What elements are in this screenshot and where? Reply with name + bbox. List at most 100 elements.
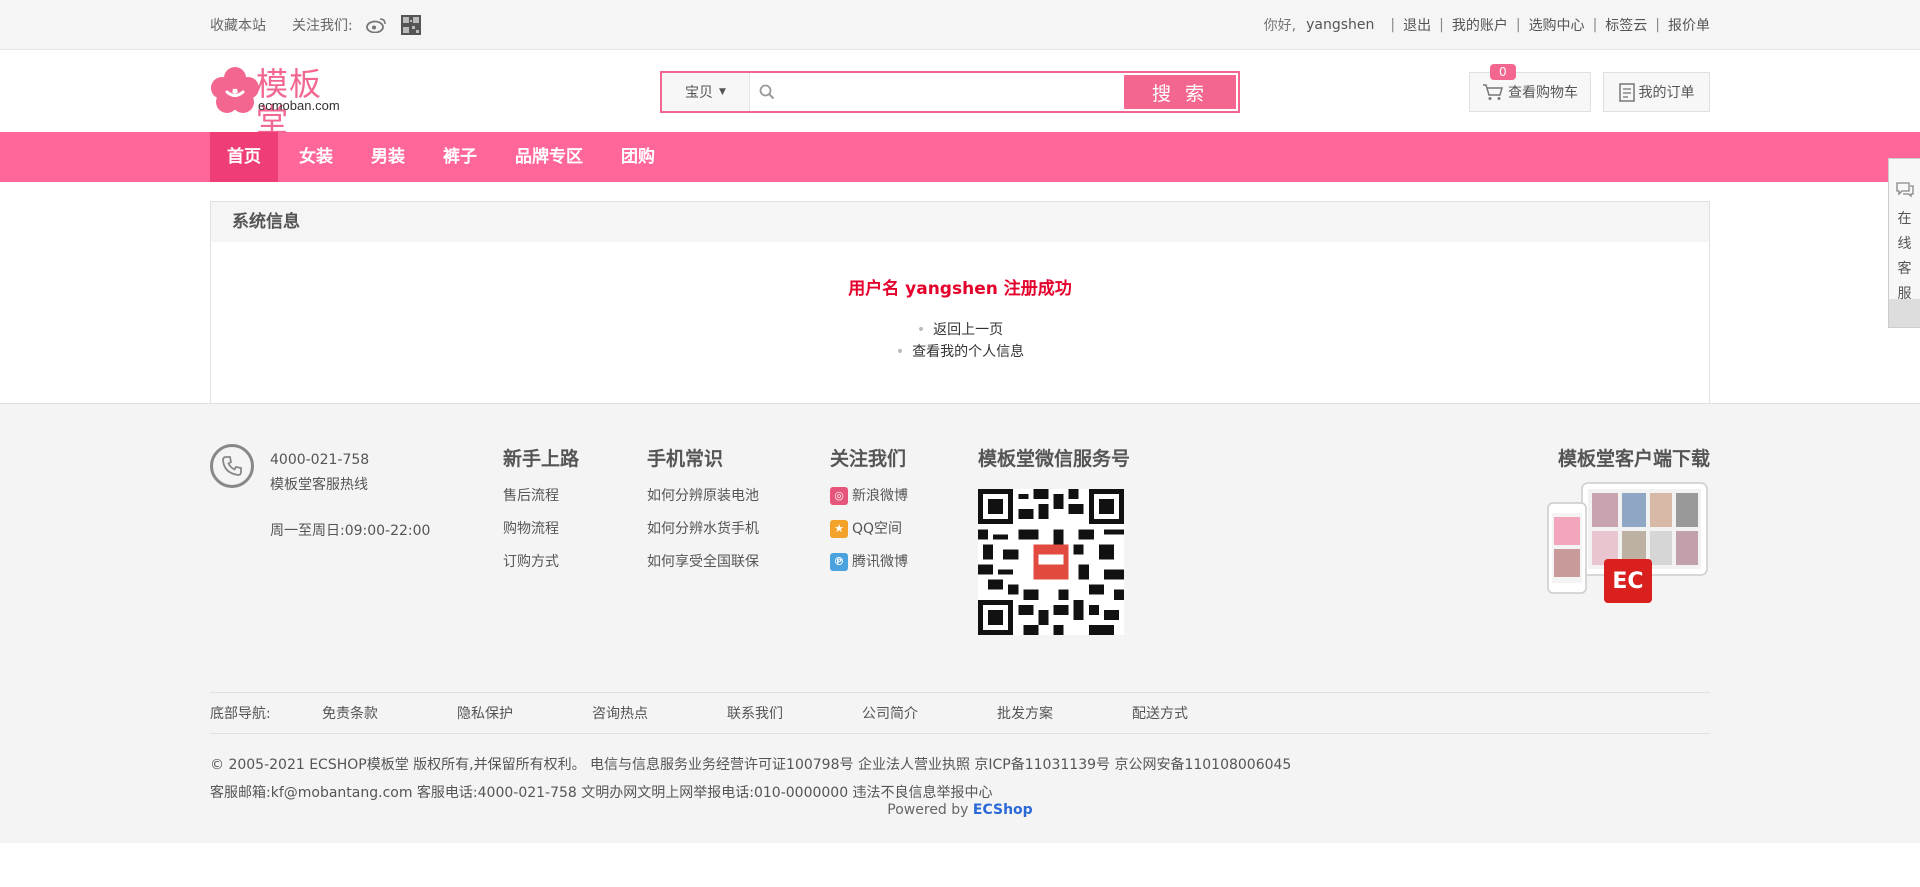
logo-text-en: ecmoban.com xyxy=(258,98,340,113)
tag-cloud-link[interactable]: 标签云 xyxy=(1605,15,1647,35)
logout-link[interactable]: 退出 xyxy=(1403,15,1431,35)
sina-weibo-link[interactable]: ◎ 新浪微博 xyxy=(830,487,908,505)
footer-col-title: 模板堂微信服务号 xyxy=(978,448,1131,470)
header: 模板堂 ecmoban.com 宝贝 ▼ 搜 索 0 查看购物车 我的订单 xyxy=(0,50,1920,138)
logo-flower-icon xyxy=(211,67,259,113)
system-message-box: 系统信息 用户名 yangshen 注册成功 返回上一页 查看我的个人信息 xyxy=(210,201,1710,404)
search-input[interactable] xyxy=(784,73,1122,111)
search-category-select[interactable]: 宝贝 ▼ xyxy=(662,73,750,111)
footer-link[interactable]: 订购方式 xyxy=(503,553,559,571)
chat-bubble-icon xyxy=(1896,182,1914,198)
view-cart-button[interactable]: 0 查看购物车 xyxy=(1469,64,1591,112)
bottom-nav-link[interactable]: 免责条款 xyxy=(322,703,457,723)
copyright: © 2005-2021 ECSHOP模板堂 版权所有,并保留所有权利。 电信与信… xyxy=(210,751,1291,807)
footer-col-mobile-tips: 手机常识 如何分辨原装电池 如何分辨水货手机 如何享受全国联保 xyxy=(647,444,759,586)
qzone-link[interactable]: ★ QQ空间 xyxy=(830,520,902,538)
main-nav: 首页 女装 男装 裤子 品牌专区 团购 xyxy=(0,132,1920,182)
hotline-label: 模板堂客服热线 xyxy=(270,477,368,493)
nav-item-group-buy[interactable]: 团购 xyxy=(604,132,672,182)
separator: | xyxy=(1515,16,1521,33)
wechat-qrcode xyxy=(978,489,1124,635)
site-logo[interactable]: 模板堂 ecmoban.com xyxy=(210,64,350,138)
sina-weibo-label: 新浪微博 xyxy=(852,488,908,504)
footer-col-title: 新手上路 xyxy=(503,448,580,470)
username-link[interactable]: yangshen xyxy=(1306,17,1374,33)
my-orders-label: 我的订单 xyxy=(1638,85,1695,101)
online-service-tab[interactable]: 在 线 客 服 xyxy=(1888,158,1920,328)
search-category-value: 宝贝 xyxy=(685,85,714,101)
copyright-line-1: © 2005-2021 ECSHOP模板堂 版权所有,并保留所有权利。 电信与信… xyxy=(210,757,1292,773)
service-hours: 周一至周日:09:00-22:00 xyxy=(270,523,431,539)
view-profile-link[interactable]: 查看我的个人信息 xyxy=(912,344,1024,360)
tencent-weibo-link[interactable]: ℗ 腾讯微博 xyxy=(830,553,908,571)
greeting: 你好, xyxy=(1263,17,1297,34)
separator: | xyxy=(1439,16,1444,33)
view-cart-label: 查看购物车 xyxy=(1508,85,1578,101)
separator: | xyxy=(1655,16,1660,33)
service-tab-bottom xyxy=(1889,299,1920,327)
separator: | xyxy=(1390,16,1396,33)
message-links: 返回上一页 查看我的个人信息 xyxy=(211,319,1709,363)
nav-item-brands[interactable]: 品牌专区 xyxy=(498,132,600,182)
system-message-title: 系统信息 xyxy=(211,202,1709,242)
footer: 4000-021-758 模板堂客服热线 周一至周日:09:00-22:00 新… xyxy=(0,403,1920,843)
bottom-nav: 底部导航: 免责条款 隐私保护 咨询热点 联系我们 公司简介 批发方案 配送方式 xyxy=(210,692,1710,734)
footer-link[interactable]: 如何分辨原装电池 xyxy=(647,487,759,505)
follow-label: 关注我们: xyxy=(292,17,353,34)
bookmark-link[interactable]: 收藏本站 xyxy=(210,15,266,35)
footer-link[interactable]: 售后流程 xyxy=(503,487,559,505)
footer-link[interactable]: 如何分辨水货手机 xyxy=(647,520,759,538)
nav-item-mens[interactable]: 男装 xyxy=(354,132,422,182)
footer-link[interactable]: 购物流程 xyxy=(503,520,559,538)
qzone-label: QQ空间 xyxy=(852,521,903,537)
footer-col-wechat: 模板堂微信服务号 xyxy=(978,444,1130,639)
nav-item-pants[interactable]: 裤子 xyxy=(426,132,494,182)
weibo-icon: ◎ xyxy=(830,487,848,505)
service-tab-char: 在 xyxy=(1897,211,1912,227)
cart-count-badge: 0 xyxy=(1490,64,1516,80)
qrcode-icon[interactable] xyxy=(400,14,421,35)
footer-link[interactable]: 如何享受全国联保 xyxy=(647,553,759,571)
qzone-star-icon: ★ xyxy=(830,520,848,538)
weibo-icon[interactable] xyxy=(365,17,387,33)
app-download-image[interactable]: EC xyxy=(1546,481,1711,606)
bottom-nav-link[interactable]: 咨询热点 xyxy=(592,703,727,723)
service-tab-char: 客 xyxy=(1897,261,1912,277)
top-bar: 收藏本站 关注我们: 你好, yangshen | 退出 | 我的账户 | 选购… xyxy=(0,0,1920,50)
chevron-down-icon: ▼ xyxy=(719,87,726,97)
hotline-number: 4000-021-758 xyxy=(270,452,370,468)
bottom-nav-link[interactable]: 配送方式 xyxy=(1132,703,1267,723)
bottom-nav-link[interactable]: 公司简介 xyxy=(862,703,997,723)
footer-col-follow: 关注我们 ◎ 新浪微博 ★ QQ空间 ℗ 腾讯微博 xyxy=(830,444,908,586)
my-orders-button[interactable]: 我的订单 xyxy=(1603,72,1710,112)
powered-by-label: Powered by xyxy=(887,802,969,818)
search-bar: 宝贝 ▼ 搜 索 xyxy=(660,71,1240,113)
registration-success-text: 用户名 yangshen 注册成功 xyxy=(848,279,1072,299)
footer-col-title: 关注我们 xyxy=(830,448,907,470)
footer-col-title: 手机常识 xyxy=(647,448,724,470)
quote-list-link[interactable]: 报价单 xyxy=(1668,15,1710,35)
order-icon xyxy=(1618,82,1635,102)
svg-text:EC: EC xyxy=(1612,569,1643,594)
search-icon xyxy=(750,73,784,111)
footer-col-app: 模板堂客户端下载 EC xyxy=(1546,444,1710,610)
nav-item-home[interactable]: 首页 xyxy=(210,132,278,182)
footer-col-title: 模板堂客户端下载 xyxy=(1557,448,1710,470)
bottom-nav-link[interactable]: 隐私保护 xyxy=(457,703,592,723)
search-button[interactable]: 搜 索 xyxy=(1124,75,1236,109)
powered-by: Powered by ECShop xyxy=(210,802,1710,818)
bottom-nav-label: 底部导航: xyxy=(210,706,271,722)
nav-item-womens[interactable]: 女装 xyxy=(282,132,350,182)
phone-icon xyxy=(210,444,254,488)
footer-col-beginner: 新手上路 售后流程 购物流程 订购方式 xyxy=(503,444,579,586)
bottom-nav-link[interactable]: 联系我们 xyxy=(727,703,862,723)
service-tab-char: 线 xyxy=(1897,236,1912,252)
shopping-center-link[interactable]: 选购中心 xyxy=(1529,15,1585,35)
follow-us: 关注我们: xyxy=(292,14,421,35)
my-account-link[interactable]: 我的账户 xyxy=(1452,15,1508,35)
separator: | xyxy=(1592,16,1598,33)
cart-icon xyxy=(1483,84,1503,100)
powered-by-brand-link[interactable]: ECShop xyxy=(973,802,1033,818)
bottom-nav-link[interactable]: 批发方案 xyxy=(997,703,1132,723)
go-back-link[interactable]: 返回上一页 xyxy=(933,322,1003,338)
